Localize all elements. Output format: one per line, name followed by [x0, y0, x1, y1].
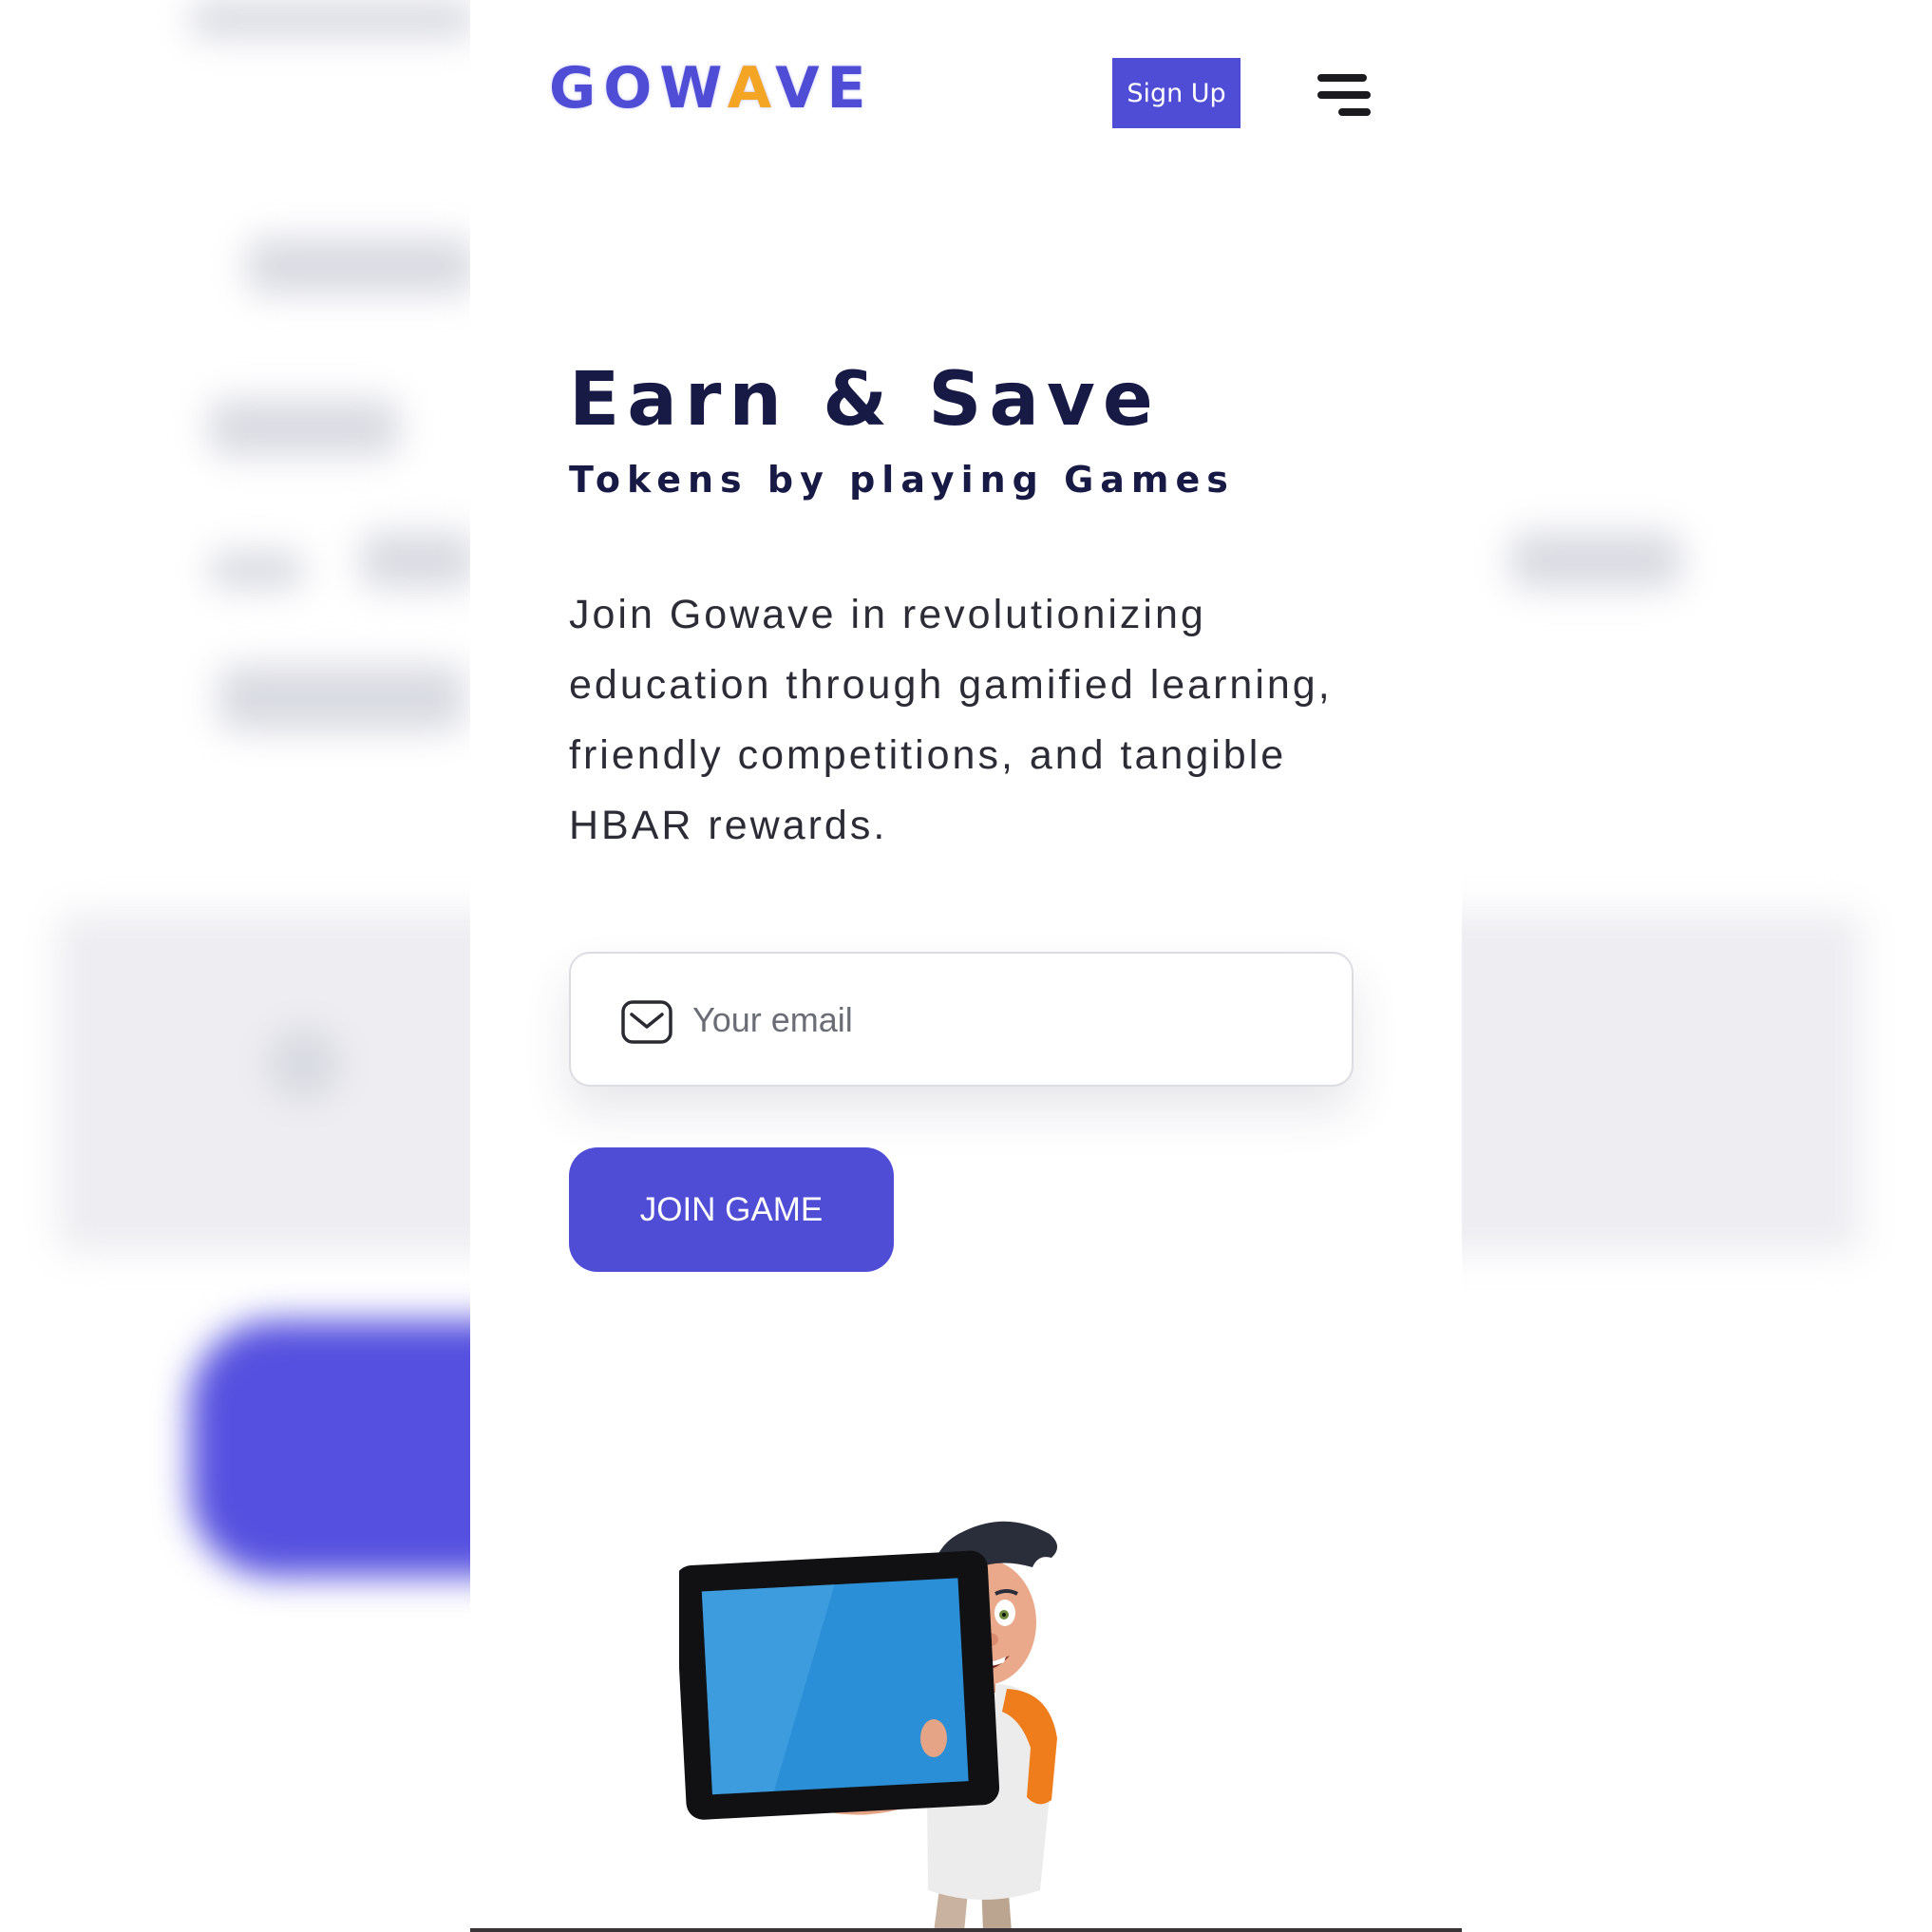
email-field[interactable] [569, 952, 1354, 1087]
bottom-edge [470, 1928, 1462, 1932]
envelope-icon [621, 1000, 672, 1044]
join-game-button[interactable]: JOIN GAME [569, 1147, 894, 1272]
sign-up-button[interactable]: Sign Up [1112, 58, 1241, 128]
boy-holding-tablet-illustration [679, 1521, 1058, 1932]
hero-title: Earn & Save [569, 357, 1161, 443]
hero-subtitle: Tokens by playing Games [569, 459, 1235, 501]
hero-description: Join Gowave in revolutionizing education… [569, 592, 1333, 848]
gowave-logo[interactable]: GOWAVE [549, 55, 874, 122]
page-viewport: GOWAVE Sign Up Earn & Save Tokens by pla… [470, 0, 1462, 1932]
email-input[interactable] [692, 982, 1319, 1058]
hamburger-menu-icon[interactable] [1317, 70, 1374, 120]
